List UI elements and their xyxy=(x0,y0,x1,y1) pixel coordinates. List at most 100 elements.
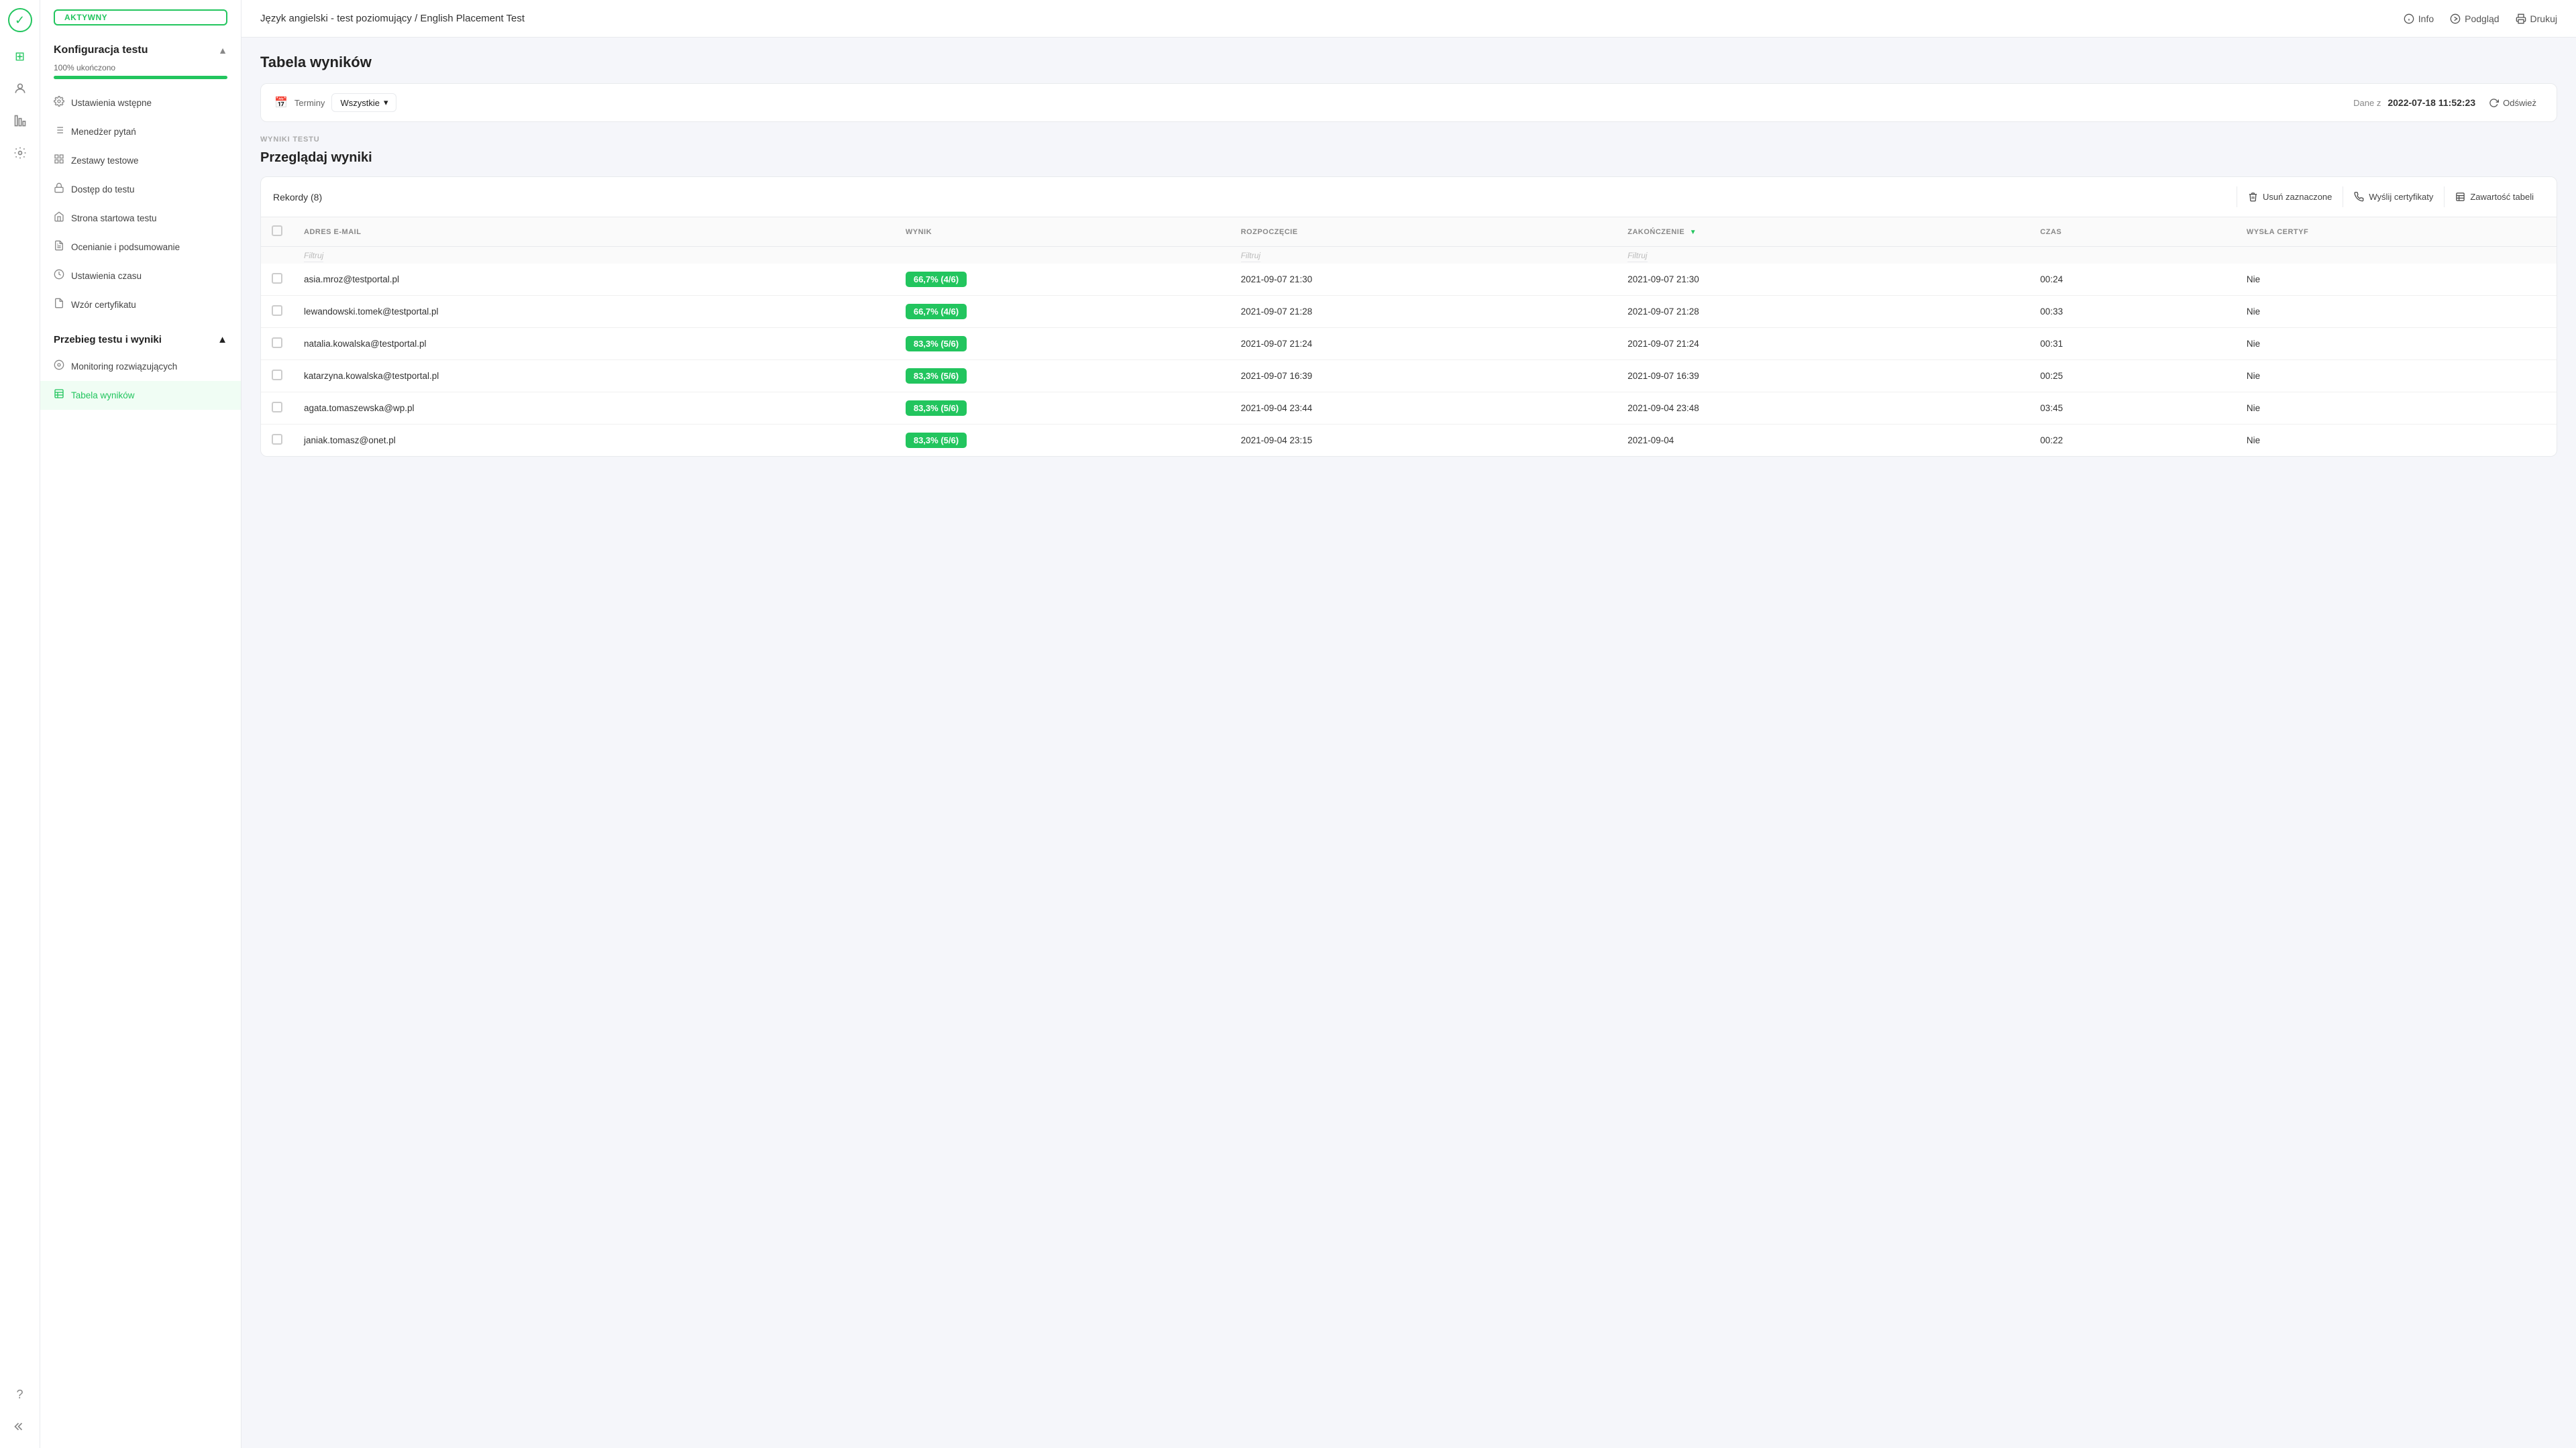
row-checkbox-0[interactable] xyxy=(272,273,282,284)
col-header-end[interactable]: ZAKOŃCZENIE ▼ xyxy=(1617,217,2029,247)
progress-label: 100% ukończono xyxy=(54,63,227,72)
nav-menedzer-pytan[interactable]: Menedżer pytań xyxy=(40,117,241,146)
filter-start[interactable]: Filtruj xyxy=(1241,251,1260,262)
delete-selected-button[interactable]: Usuń zaznaczone xyxy=(2237,186,2343,207)
row-checkbox-1[interactable] xyxy=(272,305,282,316)
filter-bar: 📅 Terminy Wszystkie ▾ Dane z 2022-07-18 … xyxy=(260,83,2557,122)
sidebar: AKTYWNY Konfiguracja testu ▲ 100% ukończ… xyxy=(40,0,241,1448)
topbar-actions: Info Podgląd Drukuj xyxy=(2404,13,2557,24)
przebieg-nav: Monitoring rozwiązujących Tabela wyników xyxy=(40,352,241,410)
row-checkbox-3[interactable] xyxy=(272,370,282,380)
results-heading: Przeglądaj wyniki xyxy=(260,150,2557,166)
progress-section: 100% ukończono xyxy=(40,63,241,89)
delete-label: Usuń zaznaczone xyxy=(2263,192,2332,202)
cell-end-1: 2021-09-07 21:28 xyxy=(1617,296,2029,328)
cell-score-1: 66,7% (4/6) xyxy=(895,296,1230,328)
refresh-label: Odśwież xyxy=(2503,98,2536,108)
nav-dostep[interactable]: Dostęp do testu xyxy=(40,175,241,204)
col-header-time: CZAS xyxy=(2029,217,2236,247)
sidebar-item-help[interactable]: ? xyxy=(7,1381,34,1408)
table-row: katarzyna.kowalska@testportal.pl 83,3% (… xyxy=(261,360,2557,392)
dropdown-chevron-icon: ▾ xyxy=(384,97,388,108)
print-button[interactable]: Drukuj xyxy=(2516,13,2557,24)
sidebar-item-settings[interactable] xyxy=(7,140,34,166)
cell-cert-3: Nie xyxy=(2236,360,2557,392)
icon-bar: ✓ ⊞ ? xyxy=(0,0,40,1448)
cell-start-0: 2021-09-07 21:30 xyxy=(1230,264,1617,296)
col-header-cert: WYSŁA CERTYF xyxy=(2236,217,2557,247)
app-logo[interactable]: ✓ xyxy=(8,8,32,32)
sidebar-item-grid[interactable]: ⊞ xyxy=(7,43,34,70)
table-wrapper: ADRES E-MAIL WYNIK ROZPOCZĘCIE ZAKOŃCZEN… xyxy=(261,217,2557,456)
nav-tabela-wynikow[interactable]: Tabela wyników xyxy=(40,381,241,410)
cell-score-0: 66,7% (4/6) xyxy=(895,264,1230,296)
list-icon xyxy=(54,125,64,139)
clock-icon xyxy=(54,269,64,283)
sidebar-item-users[interactable] xyxy=(7,75,34,102)
nav-ocenianie[interactable]: Ocenianie i podsumowanie xyxy=(40,233,241,262)
sidebar-item-back[interactable] xyxy=(7,1413,34,1440)
send-cert-button[interactable]: Wyślij certyfikaty xyxy=(2343,186,2444,207)
terminy-label: Terminy xyxy=(294,98,325,108)
filter-right: Dane z 2022-07-18 11:52:23 Odśwież xyxy=(2353,95,2543,111)
progress-bar-fill xyxy=(54,76,227,79)
cell-time-0: 00:24 xyxy=(2029,264,2236,296)
certificate-icon xyxy=(54,298,64,312)
file-icon xyxy=(54,240,64,254)
cell-time-4: 03:45 xyxy=(2029,392,2236,425)
header-checkbox[interactable] xyxy=(261,217,293,247)
home-icon xyxy=(54,211,64,225)
nav-label: Tabela wyników xyxy=(71,390,135,400)
cell-cert-5: Nie xyxy=(2236,425,2557,457)
cell-start-1: 2021-09-07 21:28 xyxy=(1230,296,1617,328)
filter-end[interactable]: Filtruj xyxy=(1627,251,1647,262)
results-table-container: Rekordy (8) Usuń zaznaczone Wyślij certy… xyxy=(260,176,2557,457)
filter-email[interactable]: Filtruj xyxy=(304,251,323,262)
przebieg-chevron-icon[interactable]: ▲ xyxy=(217,334,227,345)
row-checkbox-5[interactable] xyxy=(272,434,282,445)
nav-strona-startowa[interactable]: Strona startowa testu xyxy=(40,204,241,233)
table-content-label: Zawartość tabeli xyxy=(2470,192,2534,202)
cell-cert-2: Nie xyxy=(2236,328,2557,360)
records-count: Rekordy (8) xyxy=(273,192,322,203)
refresh-button[interactable]: Odśwież xyxy=(2482,95,2543,111)
cell-start-3: 2021-09-07 16:39 xyxy=(1230,360,1617,392)
nav-monitoring[interactable]: Monitoring rozwiązujących xyxy=(40,352,241,381)
nav-label: Wzór certyfikatu xyxy=(71,300,136,310)
przebieg-heading: Przebieg testu i wyniki ▲ xyxy=(40,322,241,352)
calendar-icon: 📅 xyxy=(274,96,288,109)
nav-label: Ocenianie i podsumowanie xyxy=(71,242,180,252)
cell-end-0: 2021-09-07 21:30 xyxy=(1617,264,2029,296)
main-content: Język angielski - test poziomujący / Eng… xyxy=(241,0,2576,1448)
select-all-checkbox[interactable] xyxy=(272,225,282,236)
nav-zestawy-testowe[interactable]: Zestawy testowe xyxy=(40,146,241,175)
nav-label: Menedżer pytań xyxy=(71,127,136,137)
results-table-icon xyxy=(54,388,64,402)
nav-ustawienia-wstepne[interactable]: Ustawienia wstępne xyxy=(40,89,241,117)
filter-row: Filtruj Filtruj Filtruj xyxy=(261,247,2557,264)
cell-score-4: 83,3% (5/6) xyxy=(895,392,1230,425)
sidebar-item-analytics[interactable] xyxy=(7,107,34,134)
terminy-dropdown[interactable]: Wszystkie ▾ xyxy=(331,93,396,112)
table-content-button[interactable]: Zawartość tabeli xyxy=(2444,186,2544,207)
preview-button[interactable]: Podgląd xyxy=(2450,13,2499,24)
cell-end-4: 2021-09-04 23:48 xyxy=(1617,392,2029,425)
cell-score-5: 83,3% (5/6) xyxy=(895,425,1230,457)
table-header-row: ADRES E-MAIL WYNIK ROZPOCZĘCIE ZAKOŃCZEN… xyxy=(261,217,2557,247)
row-checkbox-4[interactable] xyxy=(272,402,282,412)
nav-label: Strona startowa testu xyxy=(71,213,157,223)
nav-wzor-certyfikatu[interactable]: Wzór certyfikatu xyxy=(40,290,241,319)
table-row: natalia.kowalska@testportal.pl 83,3% (5/… xyxy=(261,328,2557,360)
active-badge: AKTYWNY xyxy=(54,9,227,25)
cell-start-5: 2021-09-04 23:15 xyxy=(1230,425,1617,457)
cell-end-3: 2021-09-07 16:39 xyxy=(1617,360,2029,392)
send-cert-label: Wyślij certyfikaty xyxy=(2369,192,2433,202)
cell-email-3: katarzyna.kowalska@testportal.pl xyxy=(293,360,895,392)
nav-label: Ustawienia czasu xyxy=(71,271,142,281)
info-button[interactable]: Info xyxy=(2404,13,2434,24)
cell-email-4: agata.tomaszewska@wp.pl xyxy=(293,392,895,425)
topbar: Język angielski - test poziomujący / Eng… xyxy=(241,0,2576,38)
konfiguracja-chevron-icon[interactable]: ▲ xyxy=(218,45,227,56)
nav-ustawienia-czasu[interactable]: Ustawienia czasu xyxy=(40,262,241,290)
row-checkbox-2[interactable] xyxy=(272,337,282,348)
